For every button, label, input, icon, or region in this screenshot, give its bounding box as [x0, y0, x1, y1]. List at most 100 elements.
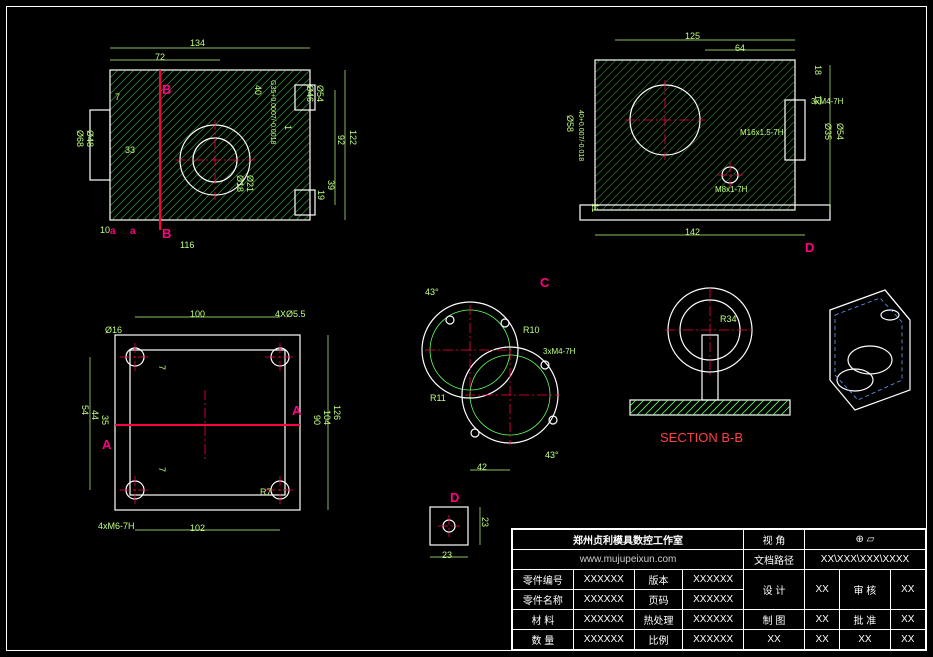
tb-draft: XX: [804, 610, 839, 630]
view-section-bb: R34 SECTION B-B: [620, 280, 800, 460]
tb-draft-label: 制 图: [744, 610, 805, 630]
tb-design-label: 设 计: [744, 570, 805, 610]
tb-url: www.mujupeixun.com: [513, 550, 744, 570]
tb-scale: XXXXXX: [683, 630, 744, 650]
dim-phi54b: Ø54: [835, 123, 845, 140]
dim-39: 39: [326, 180, 336, 190]
dim-33: 33: [125, 145, 135, 155]
dim-r10: R10: [523, 325, 540, 335]
dim-43b: 43°: [545, 450, 559, 460]
tb-version-label: 版本: [634, 570, 682, 590]
dim-phi16: Ø16: [105, 325, 122, 335]
dim-r7: R7: [260, 487, 272, 497]
view-iso: [810, 280, 920, 420]
dim-125: 125: [685, 31, 700, 41]
dim-tol: G35+0.0007/-0.0018: [269, 80, 276, 144]
tb-material: XXXXXX: [573, 610, 634, 630]
dim-90: 90: [312, 415, 322, 425]
dim-phi68: Ø68: [75, 130, 85, 147]
tb-approve-label: 批 准: [840, 610, 890, 630]
dim-23b: 23: [480, 517, 490, 527]
dim-4x55: 4XØ5.5: [275, 309, 306, 319]
dim-126: 126: [332, 405, 342, 420]
letter-a2: a: [130, 226, 136, 237]
letter-B2: B: [162, 226, 171, 241]
view-topright: 125 64 18 12 142 11 Ø58 40+0.007/-0.018 …: [555, 25, 875, 255]
letter-C: C: [540, 275, 549, 290]
dim-104: 104: [322, 410, 332, 425]
view-d: D 23 23: [410, 495, 500, 575]
tb-sheet-label: 页码: [634, 590, 682, 610]
tb-partname-label: 零件名称: [513, 590, 574, 610]
dim-7b: 7: [157, 467, 167, 472]
dim-19: 19: [316, 190, 326, 200]
title-block: 郑州贞利模具数控工作室 视 角 ⊕ ⏥ www.mujupeixun.com 文…: [511, 528, 927, 651]
tb-qty-label: 数 量: [513, 630, 574, 650]
tb-date2: XX: [840, 630, 890, 650]
dim-11: 11: [590, 203, 600, 212]
dim-phi35: Ø35: [823, 123, 833, 140]
dim-10: 10: [100, 225, 110, 235]
tb-partno: XXXXXX: [573, 570, 634, 590]
dim-92: 92: [336, 135, 346, 145]
view-c: C 43° 43° 42 R10 R11 3xM4-7H: [395, 275, 595, 495]
dim-40: 40: [253, 85, 263, 95]
dim-phi48: Ø48: [85, 130, 95, 147]
letter-a1: a: [110, 226, 116, 237]
letter-A1: A: [292, 403, 301, 418]
dim-116: 116: [180, 240, 194, 250]
dim-3xm4: 3xM4-7H: [811, 97, 843, 106]
dim-7: 7: [115, 92, 120, 102]
tb-date3: XX: [890, 630, 925, 650]
dim-7a: 7: [157, 365, 167, 370]
tb-review: XX: [890, 570, 925, 610]
view-topleft: 134 72 7 33 116 10 Ø68 Ø48 40 1 122 92 3…: [70, 30, 370, 260]
tb-partname: XXXXXX: [573, 590, 634, 610]
dim-4x6: 4xM6-7H: [98, 521, 135, 531]
dim-122: 122: [348, 130, 358, 145]
tb-version: XXXXXX: [683, 570, 744, 590]
dim-18: 18: [813, 65, 823, 75]
letter-A2: A: [102, 437, 111, 452]
dim-134: 134: [190, 38, 205, 48]
dim-72: 72: [155, 52, 165, 62]
tb-check: XX: [804, 630, 839, 650]
section-bb-label: SECTION B-B: [660, 430, 743, 445]
dim-m8b: M8x1-7H: [715, 185, 747, 194]
dim-35: 35: [100, 415, 110, 425]
tb-design: XX: [804, 570, 839, 610]
tb-sheet: XXXXXX: [683, 590, 744, 610]
dim-100: 100: [190, 309, 205, 319]
tb-viewangle-symbol: ⊕ ⏥: [804, 530, 925, 550]
dim-23a: 23: [442, 550, 452, 560]
dim-phi58: Ø58: [565, 115, 575, 132]
dim-3xm4c: 3xM4-7H: [543, 347, 575, 356]
tb-heattreat: XXXXXX: [683, 610, 744, 630]
tb-filepath-label: 文档路径: [744, 550, 805, 570]
tb-date1: XX: [744, 630, 805, 650]
letter-D2: D: [450, 490, 459, 505]
letter-B1: B: [162, 82, 171, 97]
tb-partno-label: 零件编号: [513, 570, 574, 590]
tb-heattreat-label: 热处理: [634, 610, 682, 630]
dim-phi46: Ø46: [305, 85, 315, 102]
tb-review-label: 审 核: [840, 570, 890, 610]
tb-material-label: 材 料: [513, 610, 574, 630]
dim-142: 142: [685, 227, 700, 237]
dim-m16: M16x1.5-7H: [740, 128, 784, 137]
letter-D1: D: [805, 240, 814, 255]
dim-42: 42: [477, 462, 487, 472]
tb-qty: XXXXXX: [573, 630, 634, 650]
tb-filepath: XX\XXX\XXX\XXXX: [804, 550, 925, 570]
tb-studio: 郑州贞利模具数控工作室: [513, 530, 744, 550]
dim-1: 1: [283, 125, 293, 130]
dim-54: 54: [80, 405, 90, 415]
tb-viewangle-label: 视 角: [744, 530, 805, 550]
dim-43a: 43°: [425, 287, 439, 297]
dim-tol2: 40+0.007/-0.018: [577, 110, 584, 161]
dim-102: 102: [190, 523, 205, 533]
dim-phi21: Ø21: [245, 175, 255, 192]
tb-scale-label: 比例: [634, 630, 682, 650]
tb-approve: XX: [890, 610, 925, 630]
view-bottomleft: 100 4XØ5.5 102 4xM6-7H Ø16 54 44 35 126 …: [60, 295, 360, 555]
